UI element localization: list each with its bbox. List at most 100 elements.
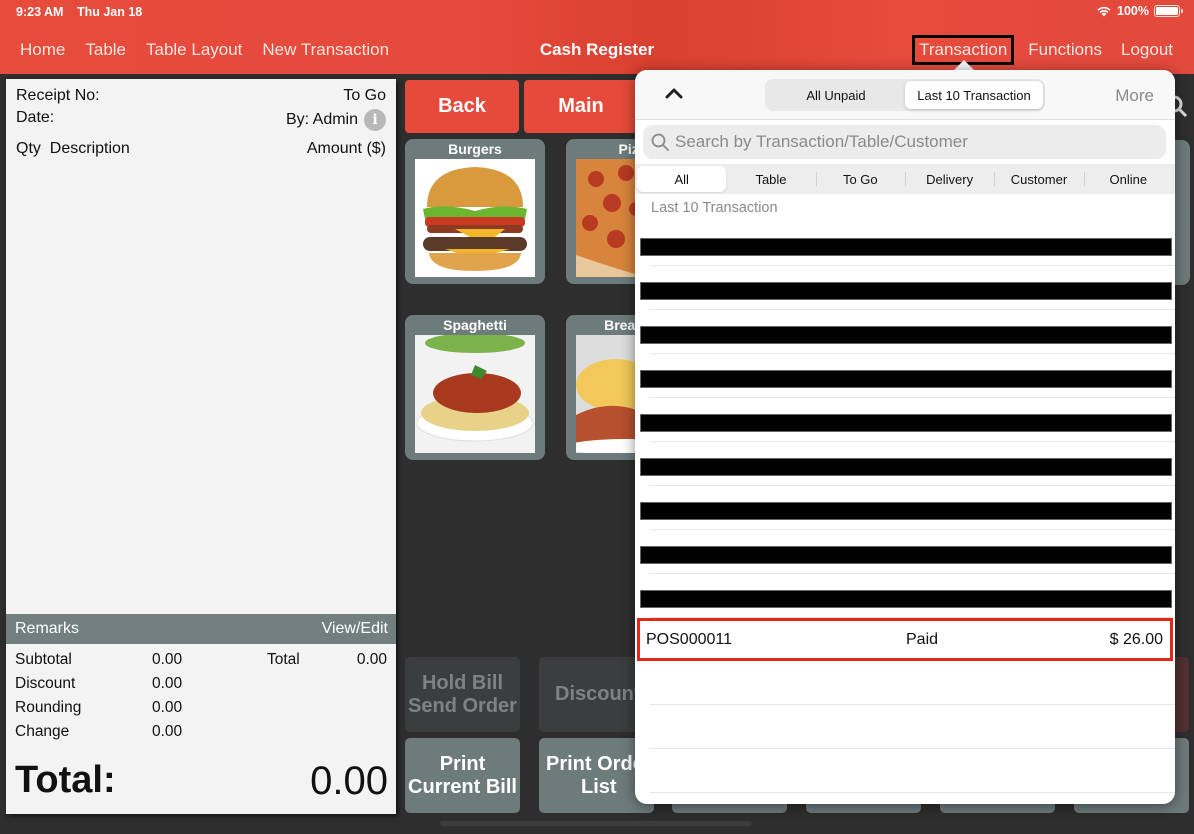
info-icon[interactable]: i [364,109,386,131]
cashier-label: By: Admin [285,111,358,129]
col-qty: Qty [16,140,41,157]
search-bar [643,125,1166,159]
total-value: 0.00 [356,651,387,668]
status-indicators: 100% [1096,4,1183,18]
redaction-bar [640,458,1172,476]
col-amount: Amount ($) [306,140,386,157]
battery-level [1156,7,1178,15]
empty-rows [635,661,1175,793]
nav-left: Home Table Table Layout New Transaction [20,40,389,60]
nav-right: Transaction Functions Logout [912,35,1173,65]
search-icon [651,133,669,151]
print-current-bill-button[interactable]: Print Current Bill [405,738,520,813]
back-button[interactable]: Back [405,80,519,133]
transaction-list [635,222,1175,618]
discount-label: Discount [555,683,641,705]
column-headers: Qty Description Amount ($) [16,140,386,158]
filter-to-go[interactable]: To Go [815,166,905,192]
filter-customer[interactable]: Customer [994,166,1083,192]
transaction-row-redacted[interactable] [635,530,1175,574]
rounding-value: 0.00 [152,699,183,716]
nav-new-transaction[interactable]: New Transaction [262,40,389,60]
transaction-row-redacted[interactable] [635,486,1175,530]
more-button[interactable]: More [1115,86,1154,106]
filter-delivery[interactable]: Delivery [904,166,994,192]
grand-total-label: Total: [15,759,116,801]
subtotal-label: Subtotal [15,651,72,668]
receipt-no-row: Receipt No: To Go [16,87,386,105]
status-time: 9:23 AM Thu Jan 18 [16,5,142,19]
rounding-label: Rounding [15,699,82,716]
filter-online[interactable]: Online [1083,166,1173,192]
transaction-row-redacted[interactable] [635,574,1175,618]
remarks-label: Remarks [15,620,80,637]
transaction-id: POS000011 [646,630,732,648]
totals-block: Subtotal 0.00 Total 0.00 Discount 0.00 R… [15,648,387,744]
label-line-2: Send Order [408,694,517,717]
category-burgers[interactable]: Burgers [405,139,545,284]
search-input[interactable] [675,132,1145,152]
home-indicator [440,821,752,826]
category-spaghetti[interactable]: Spaghetti [405,315,545,460]
redaction-bar [640,502,1172,520]
chevron-up-icon[interactable] [663,82,685,104]
battery-icon [1154,5,1183,17]
transaction-row-redacted[interactable] [635,354,1175,398]
col-description: Description [49,140,130,157]
order-type[interactable]: To Go [343,87,386,105]
empty-row [635,749,1175,793]
nav-transaction[interactable]: Transaction [912,35,1015,65]
empty-row [635,661,1175,705]
nav-home[interactable]: Home [20,40,65,60]
remarks-view-edit[interactable]: View/Edit [322,620,388,638]
remarks-bar[interactable]: Remarks View/Edit [6,614,396,644]
wifi-icon [1097,6,1111,17]
redaction-bar [640,282,1172,300]
transaction-row-redacted[interactable] [635,442,1175,486]
transaction-row-redacted[interactable] [635,266,1175,310]
redaction-bar [640,414,1172,432]
hold-bill-label: Hold Bill Send Order [408,672,517,718]
clock: 9:23 AM [16,5,64,19]
print-current-bill-label: Print Current Bill [408,753,517,799]
transaction-row-highlighted[interactable]: POS000011 Paid $ 26.00 [637,618,1173,661]
date-row: Date: By: Admin i [16,109,386,131]
nav-functions[interactable]: Functions [1028,40,1102,60]
empty-row [635,705,1175,749]
nav-table[interactable]: Table [85,40,126,60]
category-name: Spaghetti [443,317,507,333]
nav-logout[interactable]: Logout [1121,40,1173,60]
hold-bill-send-order-button[interactable]: Hold Bill Send Order [405,657,520,732]
transaction-row-redacted[interactable] [635,222,1175,266]
segment-last-10-transaction[interactable]: Last 10 Transaction [905,81,1043,109]
change-label: Change [15,723,70,740]
label-line-2: Current Bill [408,775,517,798]
transaction-row-redacted[interactable] [635,398,1175,442]
main-button[interactable]: Main [524,80,638,133]
transaction-row-redacted[interactable] [635,310,1175,354]
battery-percent: 100% [1117,4,1149,18]
section-title: Last 10 Transaction [651,200,778,216]
receipt-no-label: Receipt No: [16,87,100,104]
filter-table[interactable]: Table [726,166,815,192]
subtotal-row: Subtotal 0.00 Total 0.00 [15,648,387,672]
filter-all[interactable]: All [637,166,727,192]
change-value: 0.00 [152,723,183,740]
burger-image [415,159,535,277]
transaction-status: Paid [906,630,939,648]
receipt-panel: Receipt No: To Go Date: By: Admin i Qty D… [6,79,396,814]
discount-value: 0.00 [152,675,183,692]
popover-header: All Unpaid Last 10 Transaction More [635,70,1175,120]
label-line-2: List [581,775,617,798]
redaction-bar [640,590,1172,608]
redaction-bar [640,370,1172,388]
nav-table-layout[interactable]: Table Layout [146,40,242,60]
segment-all-unpaid[interactable]: All Unpaid [767,81,905,109]
filter-tabs: All Table To Go Delivery Customer Online [635,164,1175,194]
status-date: Thu Jan 18 [76,5,143,19]
discount-row: Discount 0.00 [15,672,387,696]
transaction-amount: $ 26.00 [1109,630,1163,648]
subtotal-value: 0.00 [152,651,183,668]
total-label: Total [267,651,300,668]
label-line-1: Print [439,752,486,775]
